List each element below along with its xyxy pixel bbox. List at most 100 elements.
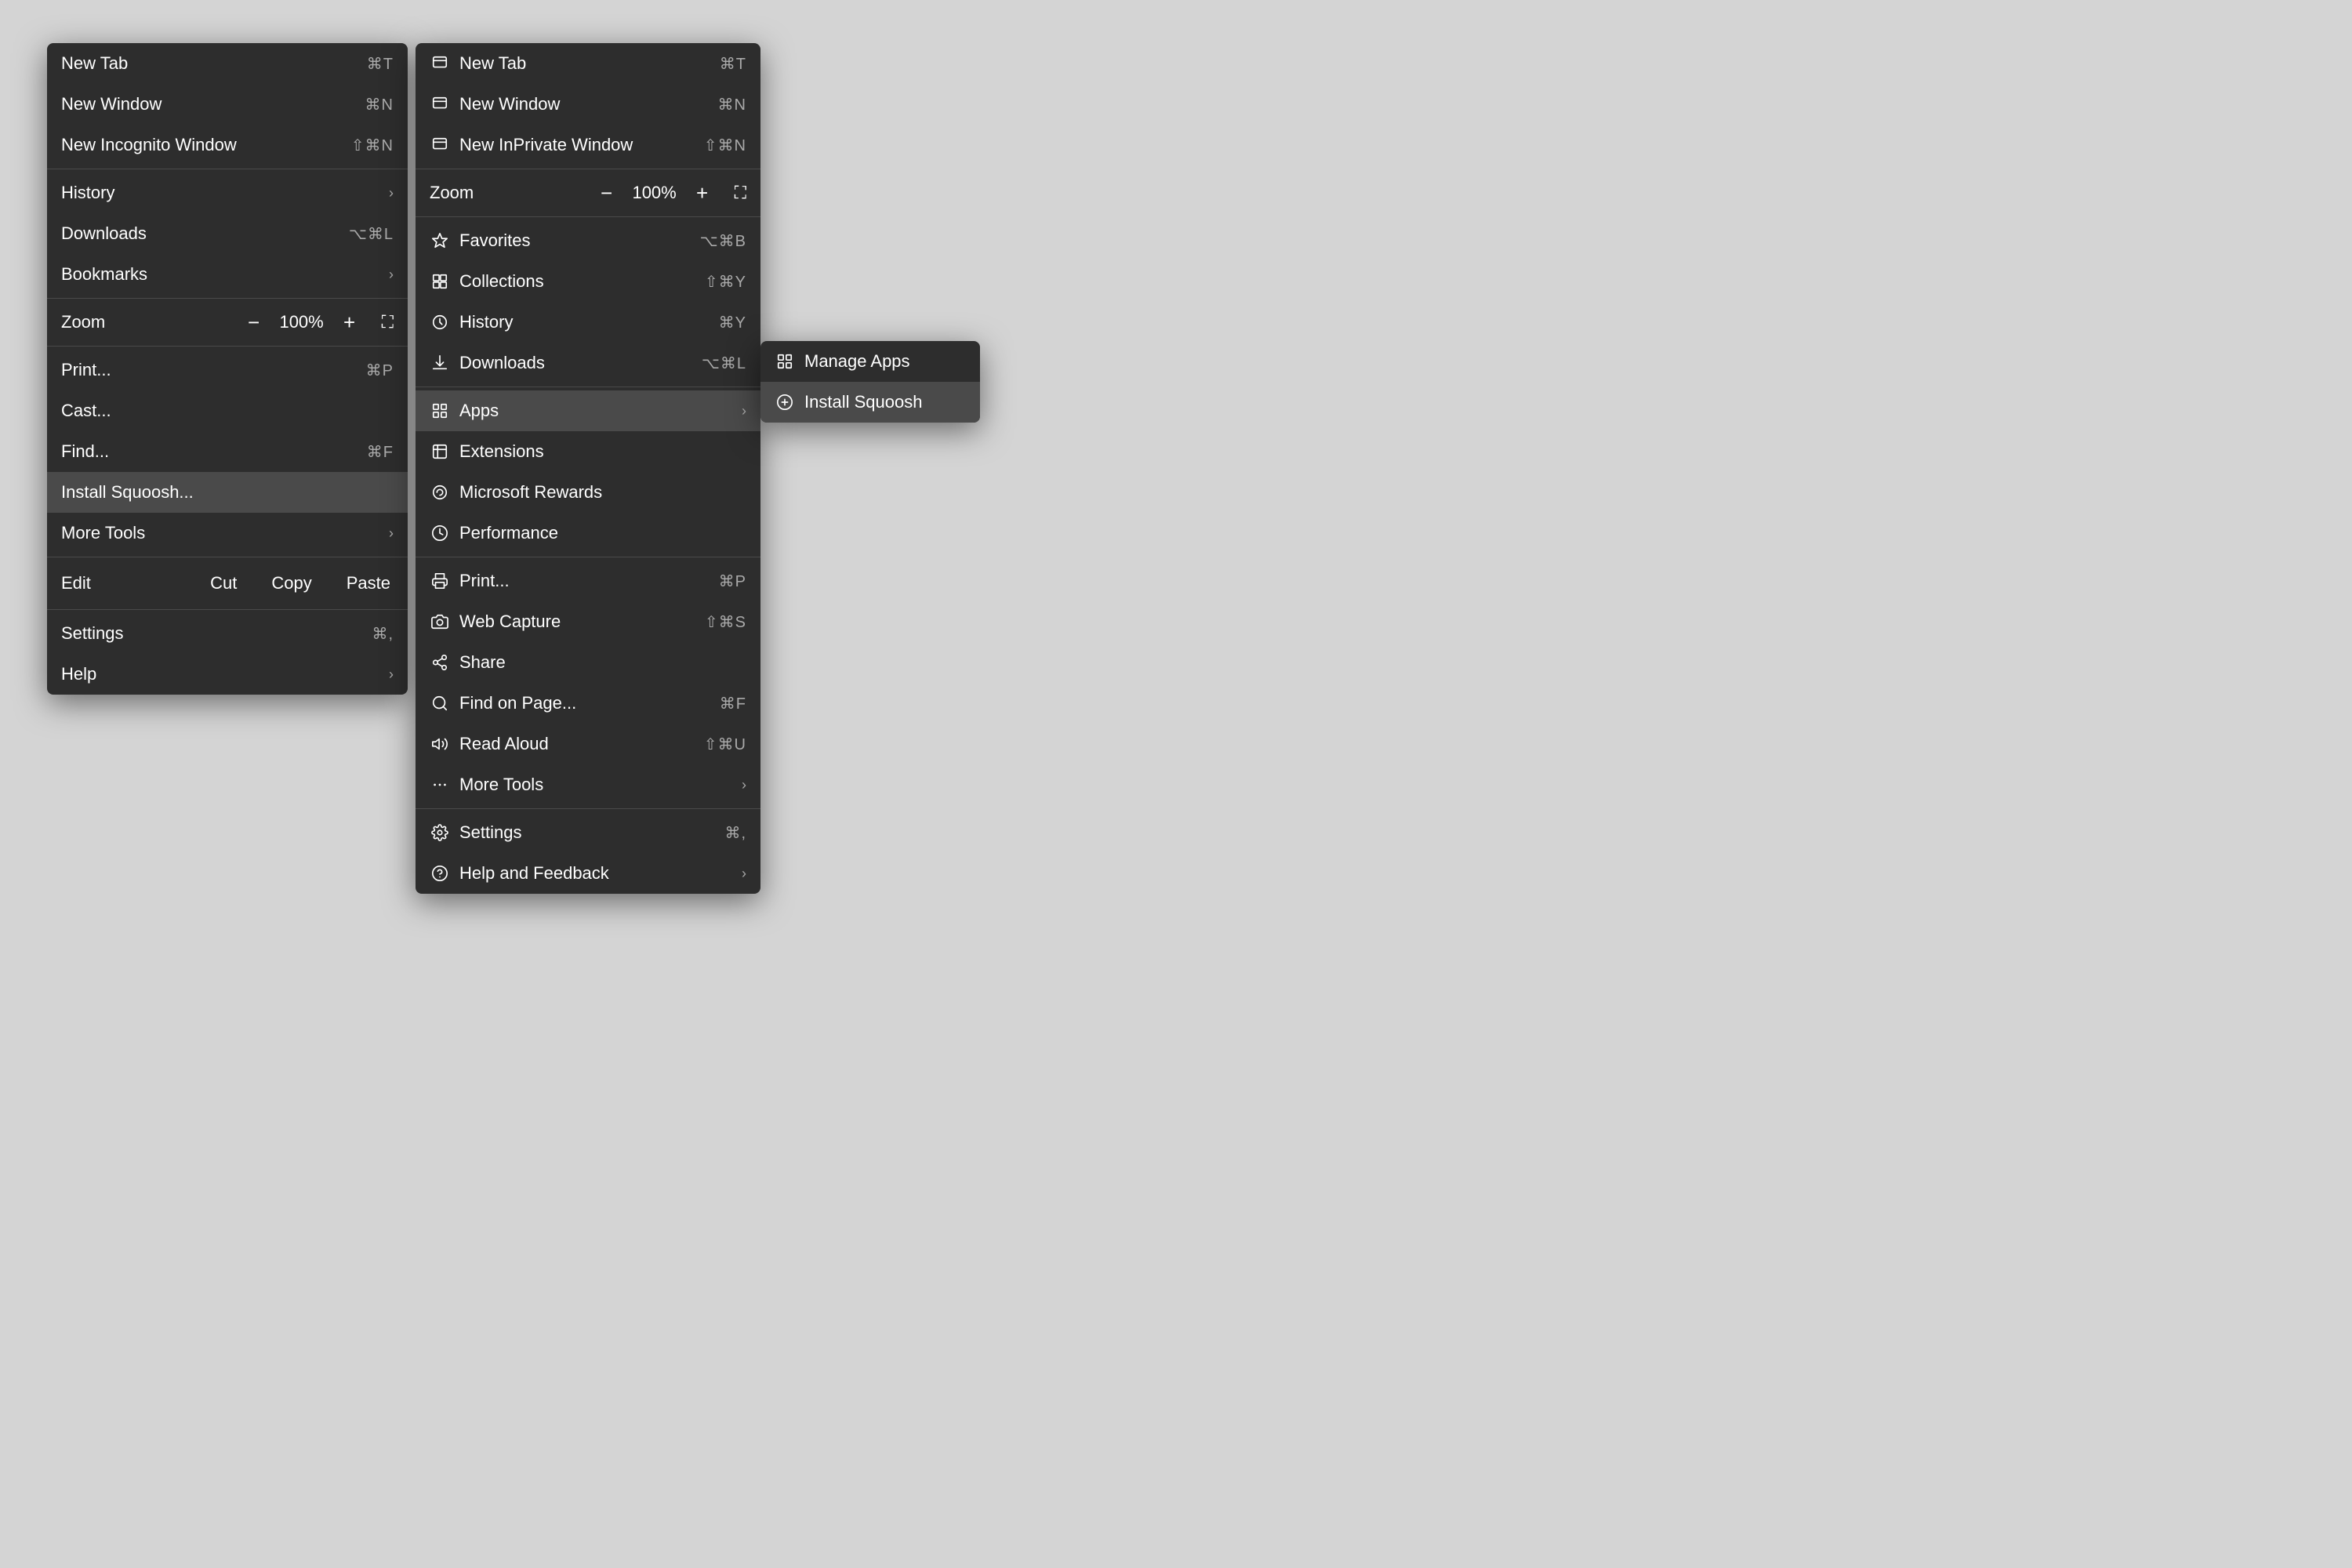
edge-history[interactable]: History ⌘Y — [416, 302, 760, 343]
edge-new-tab[interactable]: New Tab ⌘T — [416, 43, 760, 84]
edge-new-tab-icon — [430, 53, 450, 74]
edge-rewards[interactable]: Microsoft Rewards — [416, 472, 760, 513]
edge-web-capture[interactable]: Web Capture ⇧⌘S — [416, 601, 760, 642]
edge-extensions[interactable]: Extensions — [416, 431, 760, 472]
edge-new-tab-shortcut: ⌘T — [720, 54, 746, 74]
edge-apps-icon — [430, 401, 450, 421]
more-tools-arrow: › — [389, 525, 394, 542]
chrome-install-squoosh-label: Install Squoosh... — [61, 482, 194, 503]
edge-print-shortcut: ⌘P — [719, 572, 746, 591]
help-arrow: › — [389, 666, 394, 683]
chrome-zoom-row: Zoom − 100% + ⛶ — [47, 302, 408, 343]
edge-zoom-value: 100% — [631, 183, 678, 203]
chrome-zoom-label: Zoom — [61, 312, 242, 332]
edge-more-tools[interactable]: More Tools › — [416, 764, 760, 805]
chrome-history-label: History — [61, 183, 114, 203]
chrome-cut-button[interactable]: Cut — [193, 568, 254, 598]
edge-new-inprivate-label: New InPrivate Window — [459, 135, 633, 155]
edge-settings-icon — [430, 822, 450, 843]
chrome-new-incognito[interactable]: New Incognito Window ⇧⌘N — [47, 125, 408, 165]
edge-help-arrow: › — [742, 866, 746, 882]
separator-5 — [47, 609, 408, 610]
edge-settings-label: Settings — [459, 822, 522, 843]
manage-apps-icon — [775, 351, 795, 372]
edge-downloads-shortcut: ⌥⌘L — [702, 354, 746, 373]
chrome-settings[interactable]: Settings ⌘, — [47, 613, 408, 654]
chrome-edit-label: Edit — [47, 573, 193, 593]
chrome-new-tab[interactable]: New Tab ⌘T — [47, 43, 408, 84]
edge-zoom-minus[interactable]: − — [595, 181, 619, 205]
edge-help-icon — [430, 863, 450, 884]
chrome-more-tools-label: More Tools — [61, 523, 145, 543]
chrome-help[interactable]: Help › — [47, 654, 408, 695]
edge-new-inprivate-icon — [430, 135, 450, 155]
edge-settings-shortcut: ⌘, — [724, 823, 746, 843]
edge-apps[interactable]: Apps › — [416, 390, 760, 431]
edge-new-inprivate[interactable]: New InPrivate Window ⇧⌘N — [416, 125, 760, 165]
edge-find-on-page[interactable]: Find on Page... ⌘F — [416, 683, 760, 724]
edge-history-icon — [430, 312, 450, 332]
edge-extensions-label: Extensions — [459, 441, 544, 462]
chrome-cast[interactable]: Cast... — [47, 390, 408, 431]
edge-print[interactable]: Print... ⌘P — [416, 561, 760, 601]
edge-favorites[interactable]: Favorites ⌥⌘B — [416, 220, 760, 261]
edge-history-label: History — [459, 312, 513, 332]
edge-help-feedback[interactable]: Help and Feedback › — [416, 853, 760, 894]
chrome-settings-label: Settings — [61, 623, 124, 644]
submenu-install-squoosh-label: Install Squoosh — [804, 392, 922, 412]
edge-web-capture-icon — [430, 612, 450, 632]
edge-new-window[interactable]: New Window ⌘N — [416, 84, 760, 125]
chrome-menu: New Tab ⌘T New Window ⌘N New Incognito W… — [47, 43, 408, 695]
chrome-find[interactable]: Find... ⌘F — [47, 431, 408, 472]
bookmarks-arrow: › — [389, 267, 394, 283]
edge-read-aloud[interactable]: Read Aloud ⇧⌘U — [416, 724, 760, 764]
edge-sep-5 — [416, 808, 760, 809]
chrome-new-window[interactable]: New Window ⌘N — [47, 84, 408, 125]
edge-downloads[interactable]: Downloads ⌥⌘L — [416, 343, 760, 383]
edge-web-capture-label: Web Capture — [459, 612, 561, 632]
chrome-zoom-minus[interactable]: − — [242, 310, 266, 334]
edge-zoom-row: Zoom − 100% + ⛶ — [416, 172, 760, 213]
edge-collections[interactable]: Collections ⇧⌘Y — [416, 261, 760, 302]
separator-3 — [47, 346, 408, 347]
chrome-bookmarks[interactable]: Bookmarks › — [47, 254, 408, 295]
chrome-history[interactable]: History › — [47, 172, 408, 213]
chrome-install-squoosh[interactable]: Install Squoosh... — [47, 472, 408, 513]
edge-zoom-expand[interactable]: ⛶ — [735, 183, 746, 203]
chrome-copy-button[interactable]: Copy — [254, 568, 328, 598]
chrome-find-label: Find... — [61, 441, 109, 462]
edge-find-on-page-shortcut: ⌘F — [720, 694, 746, 713]
edge-collections-label: Collections — [459, 271, 544, 292]
edge-downloads-icon — [430, 353, 450, 373]
edge-share[interactable]: Share — [416, 642, 760, 683]
edge-performance[interactable]: Performance — [416, 513, 760, 554]
chrome-downloads[interactable]: Downloads ⌥⌘L — [47, 213, 408, 254]
chrome-zoom-expand[interactable]: ⛶ — [382, 312, 394, 332]
edge-help-feedback-label: Help and Feedback — [459, 863, 609, 884]
chrome-more-tools[interactable]: More Tools › — [47, 513, 408, 554]
chrome-print[interactable]: Print... ⌘P — [47, 350, 408, 390]
edge-web-capture-shortcut: ⇧⌘S — [705, 612, 746, 632]
edge-favorites-icon — [430, 230, 450, 251]
chrome-new-window-label: New Window — [61, 94, 162, 114]
edge-favorites-shortcut: ⌥⌘B — [700, 231, 746, 251]
edge-print-label: Print... — [459, 571, 510, 591]
edge-settings[interactable]: Settings ⌘, — [416, 812, 760, 853]
edge-print-icon — [430, 571, 450, 591]
chrome-edit-actions: Cut Copy Paste — [193, 568, 408, 598]
edge-favorites-label: Favorites — [459, 230, 530, 251]
edge-downloads-label: Downloads — [459, 353, 545, 373]
edge-find-on-page-label: Find on Page... — [459, 693, 576, 713]
submenu-install-squoosh[interactable]: Install Squoosh — [760, 382, 980, 423]
edge-zoom-plus[interactable]: + — [691, 181, 714, 205]
chrome-new-incognito-label: New Incognito Window — [61, 135, 237, 155]
edge-more-tools-label: More Tools — [459, 775, 543, 795]
apps-arrow: › — [742, 403, 746, 419]
edge-new-inprivate-shortcut: ⇧⌘N — [704, 136, 746, 155]
edge-read-aloud-icon — [430, 734, 450, 754]
history-arrow: › — [389, 185, 394, 201]
chrome-zoom-plus[interactable]: + — [338, 310, 361, 334]
chrome-paste-button[interactable]: Paste — [329, 568, 408, 598]
manage-apps-item[interactable]: Manage Apps — [760, 341, 980, 382]
chrome-zoom-controls: − 100% + ⛶ — [242, 310, 394, 334]
